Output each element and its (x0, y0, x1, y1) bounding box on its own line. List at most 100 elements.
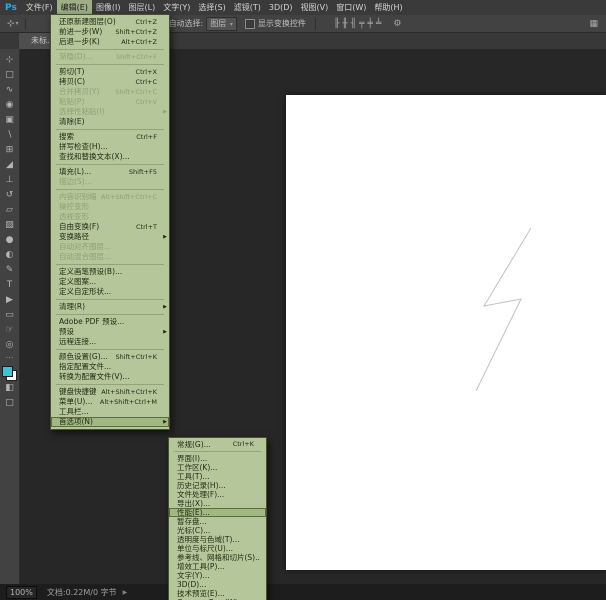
dodge-tool[interactable]: ◐ (0, 248, 19, 263)
edit-menu-item[interactable]: 清理(R)▶ (51, 302, 169, 312)
shape-tool[interactable]: ▭ (0, 308, 19, 323)
preferences-submenu-item[interactable]: 工具(T)... (169, 472, 266, 481)
menubar-item[interactable]: 文件(F) (22, 0, 57, 15)
align-bottom-icon[interactable]: ╧ (376, 19, 381, 29)
menubar-item[interactable]: 帮助(H) (370, 0, 406, 15)
eyedropper-tool[interactable]: ∖ (0, 128, 19, 143)
edit-menu-item[interactable]: 键盘快捷键...Alt+Shift+Ctrl+K (51, 387, 169, 397)
edit-menu-item[interactable]: 剪切(T)Ctrl+X (51, 67, 169, 77)
edit-menu-item[interactable]: 首选项(N)▶ (51, 417, 169, 427)
menu-item-label: 拷贝(C) (59, 77, 130, 87)
preferences-submenu-item[interactable]: 参考线、网格和切片(S)... (169, 553, 266, 562)
menubar-item[interactable]: 编辑(E) (57, 0, 92, 15)
edit-toolbar-icon[interactable]: ⋯ (0, 353, 19, 363)
preferences-submenu-item[interactable]: 增效工具(P)... (169, 562, 266, 571)
align-right-icon[interactable]: ╢ (351, 19, 356, 29)
quick-selection-tool[interactable]: ◉ (0, 98, 19, 113)
zoom-tool[interactable]: ◎ (0, 338, 19, 353)
edit-menu-item[interactable]: 拷贝(C)Ctrl+C (51, 77, 169, 87)
menubar-item[interactable]: 3D(D) (265, 0, 297, 15)
auto-select-dropdown[interactable]: 图层 ▾ (206, 17, 237, 31)
color-swatches[interactable] (2, 366, 17, 381)
preferences-submenu-item[interactable]: 历史记录(H)... (169, 481, 266, 490)
hand-tool[interactable]: ☞ (0, 323, 19, 338)
edit-menu-item[interactable]: 清除(E) (51, 117, 169, 127)
crop-tool[interactable]: ▣ (0, 113, 19, 128)
lasso-tool[interactable]: ∿ (0, 83, 19, 98)
menu-item-shortcut: Ctrl+T (136, 222, 163, 232)
menubar-item[interactable]: 图像(I) (92, 0, 125, 15)
foreground-color-swatch[interactable] (2, 366, 13, 377)
edit-menu-item[interactable]: Adobe PDF 预设... (51, 317, 169, 327)
tool-preset-icon[interactable]: ⊹ (7, 19, 15, 29)
screen-mode-icon[interactable]: □ (0, 396, 19, 411)
edit-menu-item[interactable]: 指定配置文件... (51, 362, 169, 372)
edit-menu-item[interactable]: 定义画笔预设(B)... (51, 267, 169, 277)
preferences-submenu-item[interactable]: 性能(E)... (169, 508, 266, 517)
edit-menu-item[interactable]: 颜色设置(G)...Shift+Ctrl+K (51, 352, 169, 362)
edit-menu-item[interactable]: 后退一步(K)Alt+Ctrl+Z (51, 37, 169, 47)
align-center-h-icon[interactable]: ╫ (342, 19, 347, 29)
menubar-item[interactable]: 选择(S) (194, 0, 229, 15)
edit-menu-item[interactable]: 查找和替换文本(X)... (51, 152, 169, 162)
preferences-submenu-item[interactable]: 3D(D)... (169, 580, 266, 589)
menubar-item[interactable]: 窗口(W) (332, 0, 370, 15)
marquee-tool[interactable]: □ (0, 68, 19, 83)
edit-menu-item[interactable]: 预设▶ (51, 327, 169, 337)
preferences-submenu-item[interactable]: 工作区(K)... (169, 463, 266, 472)
preferences-submenu-item[interactable]: 暂存盘... (169, 517, 266, 526)
edit-menu-item[interactable]: 自由变换(F)Ctrl+T (51, 222, 169, 232)
align-center-v-icon[interactable]: ╪ (368, 19, 373, 29)
document-canvas[interactable] (286, 95, 606, 570)
move-tool[interactable]: ⊹ (0, 53, 19, 68)
brush-tool[interactable]: ◢ (0, 158, 19, 173)
menubar-item[interactable]: 视图(V) (297, 0, 333, 15)
preferences-submenu-item[interactable]: 透明度与色域(T)... (169, 535, 266, 544)
preferences-submenu-item[interactable]: 界面(I)... (169, 454, 266, 463)
preferences-submenu-item[interactable]: 导出(X)... (169, 499, 266, 508)
menubar-item[interactable]: 文字(Y) (159, 0, 194, 15)
preferences-submenu-item[interactable]: 文件处理(F)... (169, 490, 266, 499)
menubar-item[interactable]: 滤镜(T) (230, 0, 265, 15)
edit-menu-item[interactable]: 远程连接... (51, 337, 169, 347)
edit-menu-item[interactable]: 前进一步(W)Shift+Ctrl+Z (51, 27, 169, 37)
edit-menu-separator (56, 64, 164, 65)
edit-menu-item[interactable]: 菜单(U)...Alt+Shift+Ctrl+M (51, 397, 169, 407)
tool-preset-caret-icon[interactable]: ▾ (16, 20, 19, 27)
edit-menu-item[interactable]: 搜索Ctrl+F (51, 132, 169, 142)
preferences-submenu-item[interactable]: 光标(C)... (169, 526, 266, 535)
healing-brush-tool[interactable]: ⊞ (0, 143, 19, 158)
type-tool[interactable]: T (0, 278, 19, 293)
menubar-item[interactable]: 图层(L) (125, 0, 160, 15)
edit-menu-item[interactable]: 工具栏... (51, 407, 169, 417)
status-flyout-icon[interactable]: ▶ (123, 589, 128, 596)
workspace-icon[interactable]: ▦ (589, 19, 598, 29)
chevron-down-icon: ▾ (230, 21, 233, 28)
align-top-icon[interactable]: ╤ (359, 19, 364, 29)
show-transform-checkbox[interactable] (245, 19, 255, 29)
edit-menu-item[interactable]: 变换路径▶ (51, 232, 169, 242)
preferences-submenu-item[interactable]: 常规(G)...Ctrl+K (169, 440, 266, 449)
history-brush-tool[interactable]: ↺ (0, 188, 19, 203)
gear-icon[interactable]: ⚙ (393, 19, 401, 29)
edit-menu-item[interactable]: 转换为配置文件(V)... (51, 372, 169, 382)
eraser-tool[interactable]: ▱ (0, 203, 19, 218)
edit-menu-item[interactable]: 拼写检查(H)... (51, 142, 169, 152)
pen-tool[interactable]: ✎ (0, 263, 19, 278)
blur-tool[interactable]: ● (0, 233, 19, 248)
edit-menu-item[interactable]: 定义自定形状... (51, 287, 169, 297)
edit-menu-item[interactable]: 还原新建图层(O)Ctrl+Z (51, 17, 169, 27)
clone-stamp-tool[interactable]: ⊥ (0, 173, 19, 188)
edit-menu-item[interactable]: 定义图案... (51, 277, 169, 287)
path-selection-tool[interactable]: ▶ (0, 293, 19, 308)
edit-menu-item[interactable]: 填充(L)...Shift+F5 (51, 167, 169, 177)
menu-item-label: 搜索 (59, 132, 131, 142)
preferences-submenu-item[interactable]: 单位与标尺(U)... (169, 544, 266, 553)
menu-item-shortcut: Shift+F5 (129, 167, 163, 177)
preferences-submenu-item[interactable]: 技术预览(E)... (169, 589, 266, 598)
gradient-tool[interactable]: ▨ (0, 218, 19, 233)
align-left-icon[interactable]: ╟ (334, 19, 339, 29)
preferences-submenu-item[interactable]: 文字(Y)... (169, 571, 266, 580)
zoom-level-field[interactable]: 100% (6, 586, 37, 599)
quick-mask-icon[interactable]: ◧ (0, 381, 19, 396)
